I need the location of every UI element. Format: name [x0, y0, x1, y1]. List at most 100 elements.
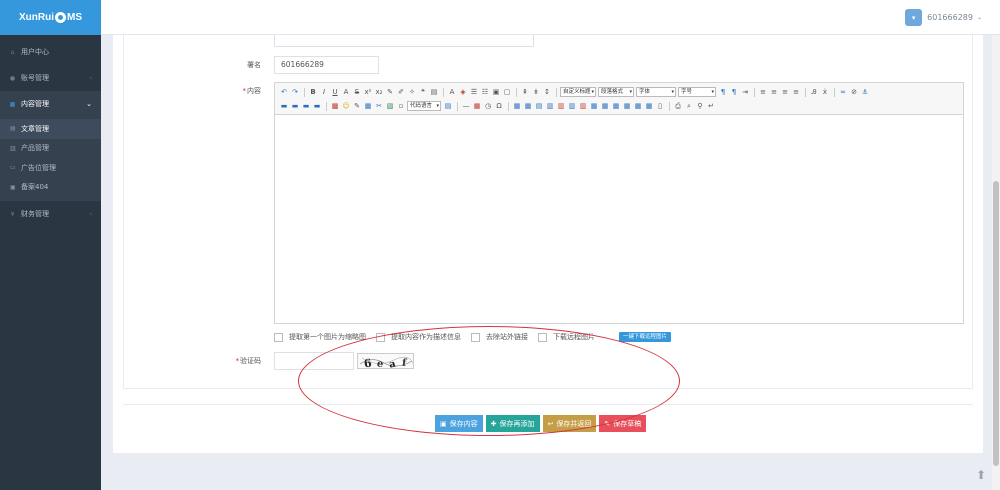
signature-input[interactable]: 601666289 — [274, 56, 379, 74]
special-chars-icon[interactable]: Ω — [494, 101, 504, 111]
download-remote-images-button[interactable]: 一键下载远程图片 — [619, 332, 672, 342]
page-scrollbar[interactable] — [992, 35, 1000, 490]
undo-icon[interactable]: ↶ — [279, 87, 289, 97]
backcolor-icon[interactable]: ◈ — [458, 87, 468, 97]
scrollbar-thumb[interactable] — [993, 181, 999, 466]
sidebar-subitem-articles[interactable]: ▤ 文章管理 — [0, 119, 101, 139]
sidebar-item-account[interactable]: ● 账号管理 ‹ — [0, 65, 101, 91]
save-and-add-button[interactable]: ✚ 保存再添加 — [485, 415, 540, 432]
rich-text-editor[interactable]: ↶ ↷ B I U A S x² x₂ ✎ ✐ ✧ ❝ ▤ A ◈ ☰ ☷ ▣ … — [274, 82, 964, 324]
save-draft-button[interactable]: ✎ 保存草稿 — [599, 415, 647, 432]
captcha-input[interactable] — [274, 352, 354, 370]
italic-icon[interactable]: I — [319, 87, 329, 97]
blockquote-icon[interactable]: ❝ — [418, 87, 428, 97]
select-all-icon[interactable]: ▣ — [491, 87, 501, 97]
attachment-icon[interactable]: ✂ — [374, 101, 384, 111]
merge-down-icon[interactable]: ▦ — [611, 101, 621, 111]
image-right-icon[interactable]: ▬ — [301, 101, 311, 111]
superscript-icon[interactable]: x² — [363, 87, 373, 97]
align-center-icon[interactable]: ≡ — [769, 87, 779, 97]
print-icon[interactable]: ⎙ — [673, 101, 683, 111]
underline-icon[interactable]: U — [330, 87, 340, 97]
option-extract-description[interactable]: 提取内容作为描述信息 — [376, 332, 461, 342]
scrawl-icon[interactable]: ✎ — [352, 101, 362, 111]
pagebreak-icon[interactable]: ▤ — [443, 101, 453, 111]
unlink-icon[interactable]: ⊘ — [849, 87, 859, 97]
option-download-remote-images[interactable]: 下载远程图片 — [538, 332, 595, 342]
merge-right-icon[interactable]: ▦ — [600, 101, 610, 111]
sidebar-item-user-center[interactable]: ⌂ 用户中心 — [0, 39, 101, 65]
sidebar-subitem-record404[interactable]: ▣ 备案404 — [0, 178, 101, 198]
horizontal-rule-icon[interactable]: — — [461, 101, 471, 111]
option-first-image-thumb[interactable]: 提取第一个图片为缩略图 — [274, 332, 366, 342]
option-remove-external-links[interactable]: 去除站外链接 — [471, 332, 528, 342]
subscript-icon[interactable]: x₂ — [374, 87, 384, 97]
brush-icon[interactable]: ✐ — [396, 87, 406, 97]
insert-table-icon[interactable]: ▦ — [512, 101, 522, 111]
custom-title-select[interactable]: 自定义标题 — [560, 87, 596, 97]
align-right-icon[interactable]: ≡ — [780, 87, 790, 97]
autotype-icon[interactable]: ✧ — [407, 87, 417, 97]
paragraph-select[interactable]: 段落格式 — [598, 87, 634, 97]
checkbox[interactable] — [471, 332, 480, 342]
description-textarea[interactable] — [274, 35, 534, 47]
row-spacing-bottom-icon[interactable]: ⇟ — [531, 87, 541, 97]
emotion-icon[interactable]: ☺ — [341, 101, 351, 111]
image-left-icon[interactable]: ▬ — [290, 101, 300, 111]
split-cols-icon[interactable]: ▦ — [644, 101, 654, 111]
insert-paragraph-before-table-icon[interactable]: ▤ — [534, 101, 544, 111]
save-and-return-button[interactable]: ↩ 保存并返回 — [542, 415, 597, 432]
tolowercase-icon[interactable]: ẋ — [820, 87, 830, 97]
time-icon[interactable]: ◷ — [483, 101, 493, 111]
link-icon[interactable]: ∞ — [838, 87, 848, 97]
return-icon[interactable]: ↵ — [706, 101, 716, 111]
row-spacing-top-icon[interactable]: ⇞ — [520, 87, 530, 97]
font-family-select[interactable]: 字体 — [636, 87, 676, 97]
pasteplain-icon[interactable]: ▤ — [429, 87, 439, 97]
insert-frame-icon[interactable]: ▧ — [385, 101, 395, 111]
split-rows-icon[interactable]: ▦ — [633, 101, 643, 111]
captcha-image[interactable]: 6 e a f — [357, 353, 414, 369]
sidebar-item-finance[interactable]: ¥ 财务管理 ‹ — [0, 201, 101, 227]
preview-icon[interactable]: ⌕ — [684, 101, 694, 111]
delete-col-icon[interactable]: ▥ — [578, 101, 588, 111]
search-replace-icon[interactable]: ⚲ — [695, 101, 705, 111]
ordered-list-icon[interactable]: ☰ — [469, 87, 479, 97]
checkbox[interactable] — [376, 332, 385, 342]
checkbox[interactable] — [538, 332, 547, 342]
split-cells-icon[interactable]: ▦ — [622, 101, 632, 111]
merge-cells-icon[interactable]: ▦ — [589, 101, 599, 111]
delete-row-icon[interactable]: ▥ — [556, 101, 566, 111]
insert-image-icon[interactable]: ▩ — [330, 101, 340, 111]
bold-icon[interactable]: B — [308, 87, 318, 97]
forecolor-icon[interactable]: A — [447, 87, 457, 97]
sidebar-subitem-ads[interactable]: ▭ 广告位管理 — [0, 158, 101, 178]
sidebar-subitem-products[interactable]: ▥ 产品管理 — [0, 139, 101, 159]
user-menu[interactable]: ▾ 601666289 ⌄ — [905, 9, 982, 26]
font-size-select[interactable]: 字号 — [678, 87, 716, 97]
logo[interactable]: XunRui MS — [19, 12, 82, 23]
image-none-icon[interactable]: ▬ — [279, 101, 289, 111]
align-left-icon[interactable]: ≡ — [758, 87, 768, 97]
insert-video-icon[interactable]: ▦ — [363, 101, 373, 111]
delete-table-icon[interactable]: ▦ — [523, 101, 533, 111]
image-center-icon[interactable]: ▬ — [312, 101, 322, 111]
unordered-list-icon[interactable]: ☷ — [480, 87, 490, 97]
align-justify-icon[interactable]: ≡ — [791, 87, 801, 97]
insert-col-icon[interactable]: ▥ — [567, 101, 577, 111]
insert-row-icon[interactable]: ▥ — [545, 101, 555, 111]
strikethrough-icon[interactable]: S — [352, 87, 362, 97]
insert-code-icon[interactable]: ▫ — [396, 101, 406, 111]
ltr-icon[interactable]: ¶ — [718, 87, 728, 97]
redo-icon[interactable]: ↷ — [290, 87, 300, 97]
clear-doc-icon[interactable]: ▢ — [502, 87, 512, 97]
checkbox[interactable] — [274, 332, 283, 342]
sidebar-item-content[interactable]: ▦ 内容管理 ⌄ — [0, 91, 101, 117]
format-match-icon[interactable]: ✎ — [385, 87, 395, 97]
indent-icon[interactable]: ⇥ — [740, 87, 750, 97]
anchor-icon[interactable]: ⚓ — [860, 87, 870, 97]
save-content-button[interactable]: ▣ 保存内容 — [435, 415, 483, 432]
editor-body[interactable] — [275, 115, 963, 323]
date-icon[interactable]: ▦ — [472, 101, 482, 111]
line-height-icon[interactable]: ↕ — [542, 87, 552, 97]
